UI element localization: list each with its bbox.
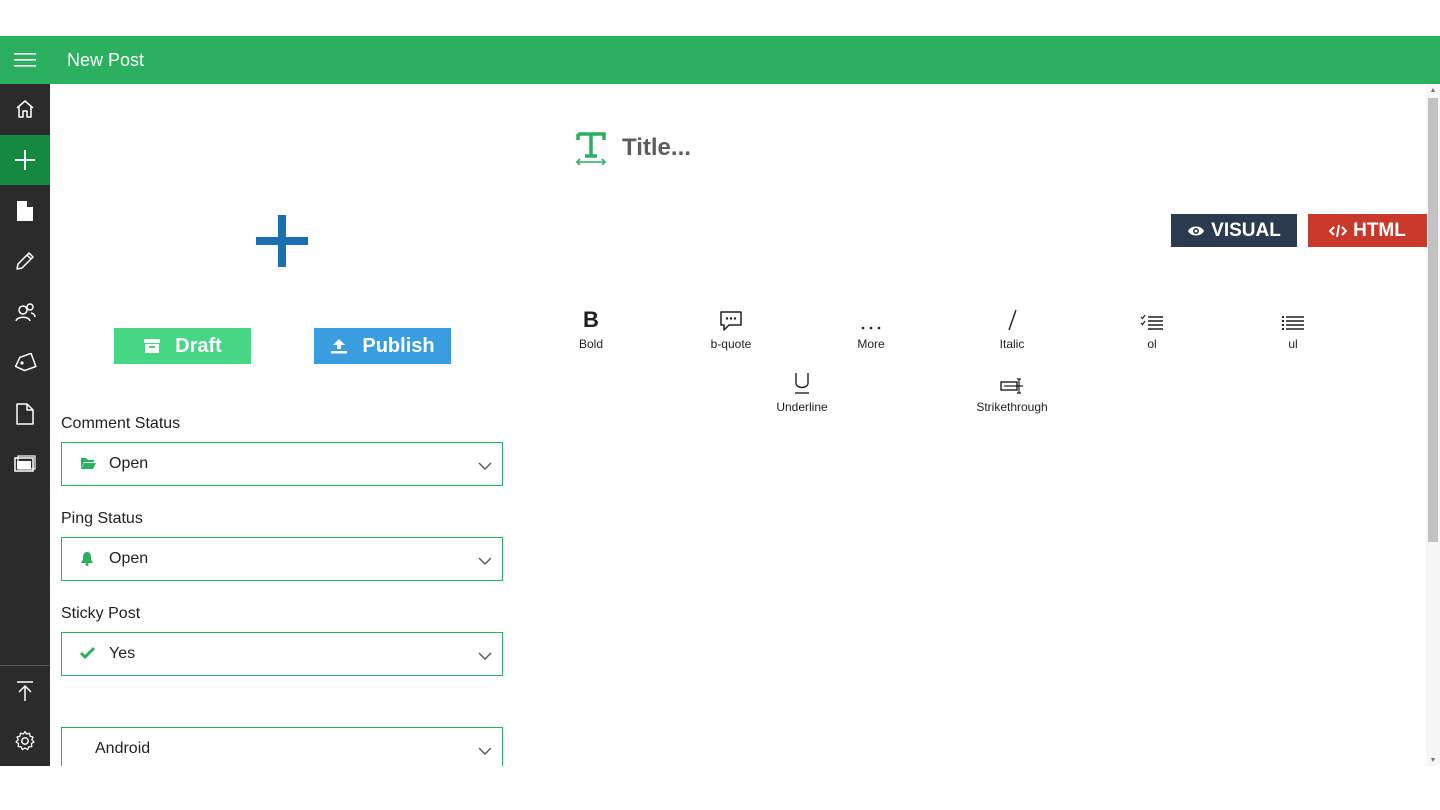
- strikethrough-label: Strikethrough: [976, 400, 1048, 414]
- strikethrough-tool-button[interactable]: Strikethrough: [967, 369, 1057, 415]
- underline-tool-button[interactable]: Underline: [757, 369, 847, 415]
- comment-status-select[interactable]: Open: [61, 442, 503, 486]
- check-icon: [79, 646, 96, 664]
- document-icon: [17, 201, 33, 221]
- chevron-down-icon: [478, 648, 492, 666]
- sticky-post-value: Yes: [109, 645, 136, 662]
- sidebar-item-edit[interactable]: [0, 236, 50, 286]
- chevron-down-icon: [478, 743, 492, 761]
- html-mode-button[interactable]: HTML: [1308, 214, 1427, 247]
- sidebar-item-new-post[interactable]: [0, 135, 50, 185]
- page-title: New Post: [67, 50, 145, 70]
- sidebar-item-pages[interactable]: [0, 389, 50, 439]
- scroll-down-arrow-icon[interactable]: ▼: [1426, 754, 1440, 766]
- ping-status-label: Ping Status: [61, 510, 143, 527]
- page-icon: [16, 403, 34, 425]
- ping-status-select[interactable]: Open: [61, 537, 503, 581]
- bold-icon: B: [583, 307, 599, 332]
- sidebar-item-tags[interactable]: [0, 338, 50, 388]
- hamburger-menu-icon[interactable]: [0, 36, 50, 84]
- upload-icon: [331, 339, 348, 354]
- comment-bubble-icon: [720, 311, 742, 331]
- gear-icon: [15, 730, 35, 751]
- app-header: New Post: [0, 36, 1440, 84]
- publish-label: Publish: [362, 334, 435, 357]
- code-icon: [1329, 224, 1348, 237]
- sidebar-item-media[interactable]: [0, 439, 50, 489]
- text-title-icon: [575, 131, 607, 170]
- bquote-label: b-quote: [710, 337, 752, 351]
- more-label: More: [857, 337, 885, 351]
- unordered-list-tool-button[interactable]: ul: [1248, 306, 1338, 352]
- italic-icon: [1008, 309, 1017, 331]
- blockquote-tool-button[interactable]: b-quote: [686, 306, 776, 352]
- html-mode-label: HTML: [1353, 219, 1406, 241]
- scroll-up-arrow-icon[interactable]: ▲: [1426, 84, 1440, 96]
- folder-open-icon: [80, 456, 96, 475]
- visual-mode-label: VISUAL: [1211, 219, 1281, 241]
- strikethrough-icon: [1000, 378, 1023, 394]
- visual-mode-button[interactable]: VISUAL: [1171, 214, 1297, 247]
- publish-button[interactable]: Publish: [314, 328, 451, 364]
- bullet-list-icon: [1282, 316, 1304, 330]
- ol-label: ol: [1147, 337, 1157, 351]
- underline-label: Underline: [776, 400, 828, 414]
- sidebar: [0, 84, 50, 766]
- pencil-icon: [16, 252, 34, 270]
- chevron-down-icon: [478, 553, 492, 571]
- more-tool-button[interactable]: More: [826, 306, 916, 352]
- ul-label: ul: [1288, 337, 1298, 351]
- more-ellipsis-icon: [861, 326, 881, 330]
- sidebar-item-settings[interactable]: [0, 716, 50, 766]
- eye-icon: [1188, 226, 1205, 235]
- home-icon: [16, 100, 34, 118]
- format-select[interactable]: Android: [61, 727, 503, 766]
- sidebar-item-users[interactable]: [0, 287, 50, 337]
- sticky-post-label: Sticky Post: [61, 605, 141, 622]
- underline-icon: [795, 373, 809, 394]
- chevron-down-icon: [478, 458, 492, 476]
- vertical-scrollbar[interactable]: ▲ ▼: [1426, 84, 1440, 766]
- ping-status-value: Open: [109, 550, 149, 567]
- italic-tool-button[interactable]: Italic: [967, 306, 1057, 352]
- sticky-post-select[interactable]: Yes: [61, 632, 503, 676]
- sidebar-item-scroll-top[interactable]: [0, 666, 50, 716]
- add-image-plus-icon[interactable]: [256, 215, 308, 267]
- bold-label: Bold: [578, 337, 604, 351]
- users-icon: [15, 303, 36, 322]
- checklist-icon: [1140, 314, 1163, 330]
- comment-status-value: Open: [109, 455, 149, 472]
- italic-label: Italic: [999, 337, 1025, 351]
- draft-button[interactable]: Draft: [114, 328, 251, 364]
- archive-icon: [144, 339, 161, 353]
- plus-icon: [15, 150, 35, 170]
- sidebar-item-home[interactable]: [0, 84, 50, 134]
- upload-arrow-icon: [17, 681, 33, 701]
- media-icon: [14, 455, 36, 472]
- sidebar-item-posts[interactable]: [0, 186, 50, 236]
- draft-label: Draft: [175, 334, 222, 357]
- comment-status-label: Comment Status: [61, 415, 181, 432]
- bold-tool-button[interactable]: B Bold: [546, 306, 636, 352]
- format-value: Android: [95, 740, 151, 757]
- scrollbar-thumb[interactable]: [1428, 98, 1438, 542]
- tag-icon: [14, 353, 37, 372]
- bell-icon: [80, 551, 94, 571]
- ordered-list-tool-button[interactable]: ol: [1107, 306, 1197, 352]
- post-title-input[interactable]: [620, 128, 1124, 168]
